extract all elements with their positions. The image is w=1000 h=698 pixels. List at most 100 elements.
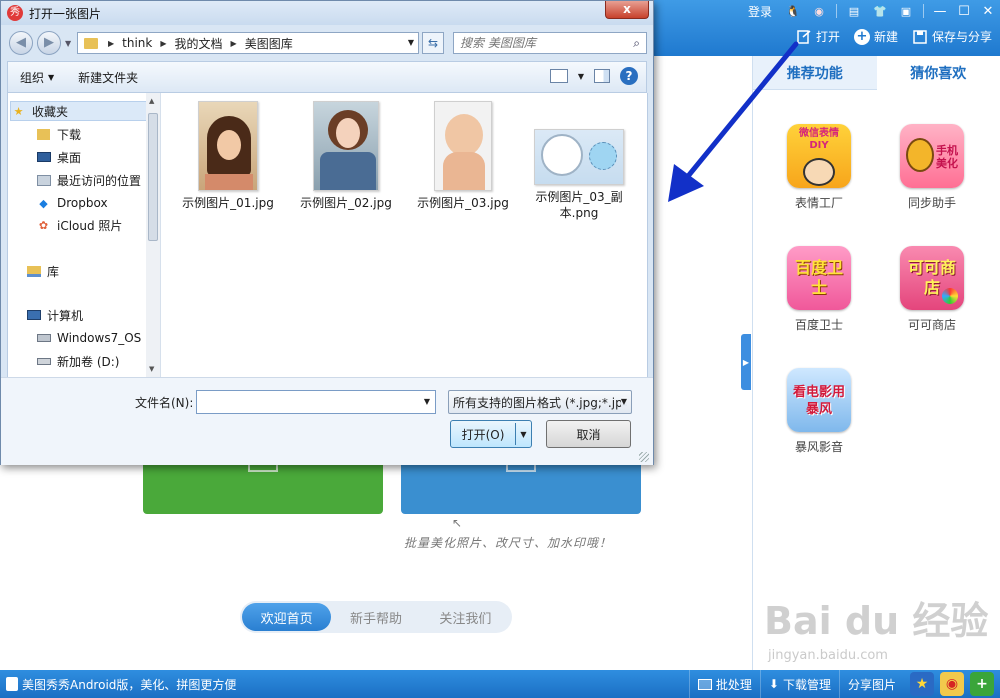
download-folder-icon (36, 127, 51, 141)
nav-drive-c[interactable]: Windows7_OS ( (36, 328, 150, 348)
nav-label: 计算机 (47, 308, 84, 323)
nav-dropbox[interactable]: ◆ Dropbox (36, 193, 108, 213)
cancel-button[interactable]: 取消 (546, 420, 631, 448)
breadcrumb-label: think (122, 36, 153, 50)
breadcrumb-item[interactable]: ▶ 我的文档 (152, 35, 222, 52)
face-shape (217, 130, 241, 160)
scroll-thumb[interactable] (148, 113, 158, 241)
nav-drive-d[interactable]: 新加卷 (D:) (36, 351, 119, 371)
preview-pane-icon[interactable] (594, 69, 610, 83)
dialog-close-button[interactable]: x (605, 1, 649, 19)
view-controls: ▼ ? (549, 67, 638, 85)
baby-face-shape (445, 114, 483, 156)
dialog-title: 打开一张图片 (29, 7, 102, 21)
back-icon[interactable]: ◀ (9, 31, 33, 55)
open-button-label: 打开(O) (461, 427, 505, 442)
nav-label: 库 (47, 264, 60, 279)
refresh-icon[interactable]: ⇆ (422, 32, 444, 54)
breadcrumb-item[interactable]: ▶ 美图图库 (223, 35, 293, 52)
nav-desktop[interactable]: 桌面 (36, 147, 81, 167)
history-dropdown-icon[interactable]: ▼ (65, 39, 71, 48)
file-type-select[interactable]: 所有支持的图片格式 (*.jpg;*.jp ▼ (448, 390, 632, 414)
nav-label: iCloud 照片 (57, 218, 123, 233)
nav-label: Dropbox (57, 196, 108, 210)
dropbox-icon: ◆ (39, 196, 48, 210)
file-name: 示例图片_03_副 本.png (522, 189, 636, 221)
thumbnail (313, 101, 379, 191)
filename-input[interactable] (197, 391, 415, 413)
file-item[interactable]: 示例图片_03_副 本.png (522, 129, 636, 221)
dialog-titlebar[interactable]: 秀 打开一张图片 x (1, 1, 653, 25)
nav-recent-places[interactable]: 最近访问的位置 (36, 170, 141, 190)
filename-label: 文件名(N): (135, 396, 194, 410)
nav-label: 桌面 (57, 150, 82, 165)
organize-label: 组织 (20, 70, 45, 85)
star-icon: ★ (13, 104, 24, 118)
drive-os-icon (36, 331, 51, 345)
nav-label: 收藏夹 (32, 104, 69, 119)
scroll-down-icon[interactable]: ▼ (149, 365, 154, 373)
chevron-down-icon: ▼ (48, 72, 55, 82)
icloud-photos-icon: ✿ (38, 218, 49, 232)
forward-icon[interactable]: ▶ (37, 31, 61, 55)
desktop-icon (36, 150, 51, 164)
file-name: 示例图片_03.jpg (417, 196, 509, 210)
nav-label: 新加卷 (D:) (57, 354, 120, 369)
circle-frame-shape (541, 134, 583, 176)
nav-libraries[interactable]: 库 (26, 261, 59, 281)
open-split-dropdown-icon[interactable]: ▼ (515, 423, 531, 445)
nav-favorites[interactable]: ★ 收藏夹 (10, 101, 148, 121)
breadcrumb[interactable]: ▶ think ▶ 我的文档 ▶ 美图图库 ▼ (77, 32, 419, 54)
help-icon[interactable]: ? (620, 67, 638, 85)
drive-icon (36, 354, 51, 368)
view-dropdown-icon[interactable]: ▼ (578, 72, 584, 81)
nav-label: Windows7_OS ( (57, 331, 150, 345)
new-folder-button[interactable]: 新建文件夹 (66, 69, 150, 86)
nav-label: 下载 (57, 127, 82, 142)
open-file-dialog: 秀 打开一张图片 x ◀ ▶ ▼ ▶ think ▶ 我的文档 ▶ 美图图库 ▼ ⇆ … (0, 0, 654, 465)
dialog-footer: 文件名(N): ▼ 所有支持的图片格式 (*.jpg;*.jp ▼ 打开(O) … (1, 377, 653, 465)
navigation-pane: ★ 收藏夹 下载 桌面 最近访问的位置 ◆ Dropbox ✿ iCloud 照… (7, 93, 161, 377)
change-view-icon[interactable] (549, 69, 568, 83)
file-item[interactable]: 示例图片_03.jpg (406, 101, 520, 211)
command-bar: 组织 ▼ 新建文件夹 ▼ ? (7, 61, 647, 93)
library-icon (26, 264, 41, 278)
nav-computer[interactable]: 计算机 (26, 305, 83, 325)
open-button[interactable]: 打开(O) ▼ (450, 420, 532, 448)
meitu-logo-icon: 秀 (7, 5, 23, 21)
thumbnail (434, 101, 492, 191)
face-shape (336, 118, 360, 148)
thumbnail (534, 129, 624, 185)
nav-icloud-photos[interactable]: ✿ iCloud 照片 (36, 215, 123, 235)
filename-combobox[interactable]: ▼ (196, 390, 436, 414)
chevron-down-icon: ▼ (620, 397, 627, 406)
nav-label: 最近访问的位置 (57, 173, 142, 188)
nav-downloads[interactable]: 下载 (36, 124, 81, 144)
baby-body-shape (443, 152, 485, 190)
file-item[interactable]: 示例图片_02.jpg (289, 101, 403, 211)
thumbnail (198, 101, 258, 191)
filename-dropdown-icon[interactable]: ▼ (424, 397, 430, 406)
file-item[interactable]: 示例图片_01.jpg (171, 101, 285, 211)
search-input[interactable] (454, 33, 614, 53)
breadcrumb-label: 美图图库 (244, 36, 293, 51)
jacket-shape (320, 152, 376, 190)
computer-icon (26, 308, 41, 322)
scroll-up-icon[interactable]: ▲ (149, 97, 154, 105)
address-row: ◀ ▶ ▼ ▶think ▶我的文档 ▶美图图库 ▼ ⇆ ⌕ (1, 25, 653, 59)
nav-scrollbar[interactable]: ▲ ▼ (146, 93, 160, 377)
file-name-line: 示例图片_03_副 (535, 190, 623, 204)
file-name: 示例图片_02.jpg (300, 196, 392, 210)
search-icon: ⌕ (633, 36, 640, 50)
organize-button[interactable]: 组织 ▼ (8, 69, 66, 86)
recent-places-icon (36, 173, 51, 187)
file-type-value: 所有支持的图片格式 (*.jpg;*.jp (453, 395, 623, 410)
breadcrumb-item[interactable]: ▶ think (104, 36, 152, 50)
path-dropdown-icon[interactable]: ▼ (408, 38, 414, 47)
file-name-line: 本.png (559, 206, 599, 220)
resize-grip-icon[interactable] (639, 452, 649, 462)
search-field[interactable]: ⌕ (453, 32, 647, 54)
folder-icon (84, 37, 98, 49)
giraffe-sticker-shape (589, 142, 617, 170)
file-name: 示例图片_01.jpg (182, 196, 274, 210)
